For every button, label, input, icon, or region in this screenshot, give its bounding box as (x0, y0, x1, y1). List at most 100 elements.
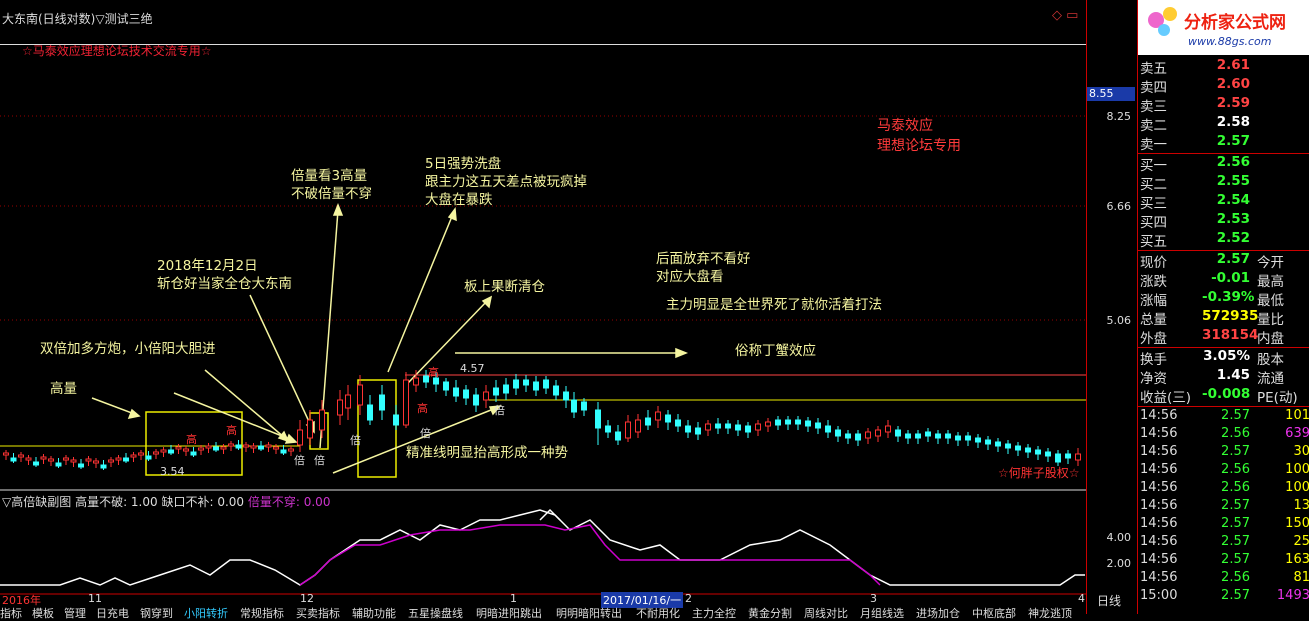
candle-body (78, 463, 84, 468)
mark-gao-2: 高 (226, 424, 237, 437)
stat-label2: 股本 (1257, 352, 1284, 368)
candle-body (815, 422, 821, 429)
bottom-tab[interactable]: 五星操盘线 (408, 605, 463, 620)
kline-chart-area[interactable]: 大东南(日线对数)▽测试三绝 ☆马泰效应理想论坛技术交流专用☆ ◇ ▭ 高量 双… (0, 0, 1086, 620)
candle-body (905, 433, 911, 439)
bid-price: 2.52 (1216, 230, 1250, 246)
candle-body (995, 441, 1001, 447)
candle-body (635, 419, 641, 433)
stat-label2: 今开 (1257, 255, 1284, 271)
stat-value: -0.008 (1202, 386, 1251, 402)
bottom-tab[interactable]: 周线对比 (804, 605, 848, 620)
kline-svg (0, 115, 1086, 595)
stat-label2: 内盘 (1257, 331, 1284, 347)
candle-body (3, 452, 9, 456)
annotation-jingzhun: 精准线明显抬高形成一种势 (406, 445, 568, 461)
bottom-tab[interactable]: 神龙逃顶 (1028, 605, 1072, 620)
bottom-tab[interactable]: 买卖指标 (296, 605, 340, 620)
candle-body (695, 427, 701, 435)
bid-row: 买三 2.54 (1140, 192, 1309, 212)
stat-label: 换手 (1140, 352, 1167, 368)
tick-price: 2.56 (1221, 570, 1250, 585)
candle-body (48, 458, 54, 462)
tick-row: 14:56 2.57 163 (1140, 552, 1309, 570)
bottom-tab[interactable]: 管理 (64, 605, 86, 620)
period-label[interactable]: 日线 (1097, 592, 1121, 609)
candle-body (745, 425, 751, 433)
candle-body (735, 424, 741, 431)
candle-body (250, 445, 257, 449)
candle-body (123, 457, 129, 462)
bottom-tab[interactable]: 月组线选 (860, 605, 904, 620)
tick-price: 2.56 (1221, 480, 1250, 495)
subchart-f2: 缺口不补: 0.00 (161, 495, 245, 509)
candle-body (258, 445, 264, 450)
bottom-tab[interactable]: 小阳转折 (184, 605, 228, 620)
stat-label: 涨跌 (1140, 274, 1167, 290)
tick-row: 14:56 2.57 101 (1140, 408, 1309, 426)
date-label-4: 4 (1078, 592, 1085, 605)
tick-time: 14:56 (1140, 498, 1178, 513)
candle-body (925, 431, 931, 437)
bottom-tab[interactable]: 进场加仓 (916, 605, 960, 620)
tick-price: 2.57 (1221, 408, 1250, 423)
subchart-f3: 倍量不穿: 0.00 (247, 495, 331, 509)
candle-body (190, 451, 197, 456)
stat-label2: 最低 (1257, 293, 1284, 309)
candle-body (220, 446, 227, 450)
bid-label: 买三 (1140, 196, 1167, 212)
stat-row: 净资 1.45 流通 (1140, 367, 1309, 387)
bottom-tab[interactable]: 常规指标 (240, 605, 284, 620)
candle-body (55, 462, 62, 467)
stat-label: 涨幅 (1140, 293, 1167, 309)
bottom-tab[interactable]: 不耐用化 (636, 605, 680, 620)
stat-label: 现价 (1140, 255, 1167, 271)
candle-body (130, 454, 137, 458)
candle-body (213, 446, 219, 451)
bottom-tab[interactable]: 钢穿到 (140, 605, 173, 620)
candle-body (503, 384, 509, 394)
divider (1138, 406, 1309, 407)
tick-row: 14:56 2.57 13 (1140, 498, 1309, 516)
annotation-wuri: 5日强势洗盘 跟主力这五天差点被玩疯掉 大盘在暴跌 (425, 156, 587, 208)
candle-body (581, 401, 587, 411)
candle-body (563, 391, 569, 401)
stat-label2: 最高 (1257, 274, 1284, 290)
candle-body (463, 389, 469, 399)
candle-body (288, 448, 294, 452)
candle-body (483, 391, 489, 401)
candle-body (413, 377, 419, 386)
stat-label: 总量 (1140, 312, 1167, 328)
annotation-zhuli: 主力明显是全世界死了就你活着打法 (666, 297, 882, 313)
tick-time: 14:56 (1140, 552, 1178, 567)
candle-body (153, 451, 159, 455)
bid-row: 买二 2.55 (1140, 173, 1309, 193)
mark-gao-4: 高 (428, 366, 439, 379)
candle-body (25, 457, 32, 461)
candle-body (168, 449, 174, 454)
tick-row: 14:56 2.57 25 (1140, 534, 1309, 552)
date-label-12: 12 (300, 592, 314, 605)
bottom-tab[interactable]: 指标 (0, 605, 22, 620)
candle-body (775, 419, 781, 426)
date-label-11: 11 (88, 592, 102, 605)
bottom-tab[interactable]: 明暗进阳跳出 (476, 605, 542, 620)
bottom-tab[interactable]: 主力全控 (692, 605, 736, 620)
bottom-tab[interactable]: 辅助功能 (352, 605, 396, 620)
bid-price: 2.53 (1216, 211, 1250, 227)
candle-body (645, 417, 651, 426)
bottom-tab[interactable]: 黄金分割 (748, 605, 792, 620)
bottom-tab[interactable]: 明明暗阳转出 (556, 605, 622, 620)
bottom-tab[interactable]: 模板 (32, 605, 54, 620)
annotation-gaoliang: 高量 (50, 381, 77, 397)
tick-price: 2.57 (1221, 588, 1250, 603)
tick-time: 14:56 (1140, 408, 1178, 423)
candle-body (93, 460, 99, 464)
stat-value: 3.05% (1203, 348, 1250, 364)
candle-body (160, 449, 167, 453)
quote-panel: 分析家公式网 www.88gs.com 卖五 2.61 卖四 2.60 卖三 2.59 卖二… (1137, 0, 1309, 614)
candle-body (885, 425, 891, 433)
candle-body (1075, 453, 1081, 461)
bottom-tab[interactable]: 日充电 (96, 605, 129, 620)
bottom-tab[interactable]: 中枢底部 (972, 605, 1016, 620)
